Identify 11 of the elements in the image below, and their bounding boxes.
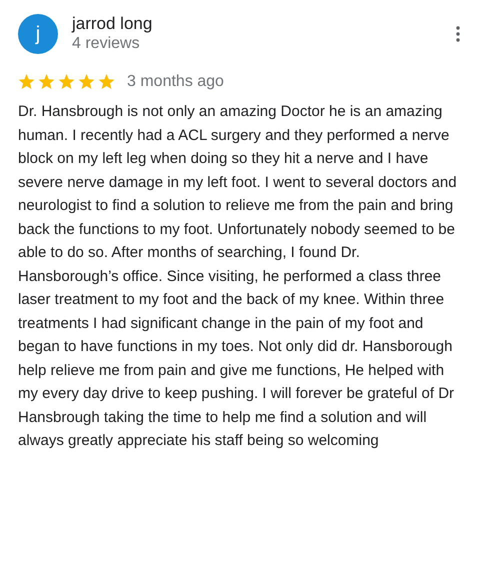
- reviewer-name[interactable]: jarrod long: [72, 13, 456, 34]
- star-icon: [98, 74, 115, 90]
- review-text: Dr. Hansbrough is not only an amazing Doctor he is an amazing human. I recently had a ACL surgery and they performed a nerve block on my left leg when doing so they hit a nerve and I have severe nerve damage in my left foot. I went to several doctors and neurologist to find a solution to relieve me from the pain and bring back the functions to my foot. Unfortunately nobody seemed to be able to do so. After months of searching, I found Dr. Hansborough’s office. Since visiting, he performed a class three laser treatment to my foot and the back of my knee. Within three treatments I had significant change in the pain of my foot and began to have functions in my toes. Not only did dr. Hansborough help relieve me from pain and give me functions, He helped with my every day drive to keep pushing. I will forever be grateful of Dr Hansbrough taking the time to help me find a solution and will always greatly appreciate his staff being so welcoming: [18, 102, 458, 451]
- more-options-icon[interactable]: [456, 26, 460, 42]
- star-icon: [58, 74, 75, 90]
- star-icon: [78, 74, 95, 90]
- avatar: j: [18, 14, 58, 54]
- review-time: 3 months ago: [127, 72, 224, 92]
- star-icon: [38, 74, 55, 90]
- review-count: 4 reviews: [72, 34, 141, 54]
- star-icon: [18, 74, 35, 90]
